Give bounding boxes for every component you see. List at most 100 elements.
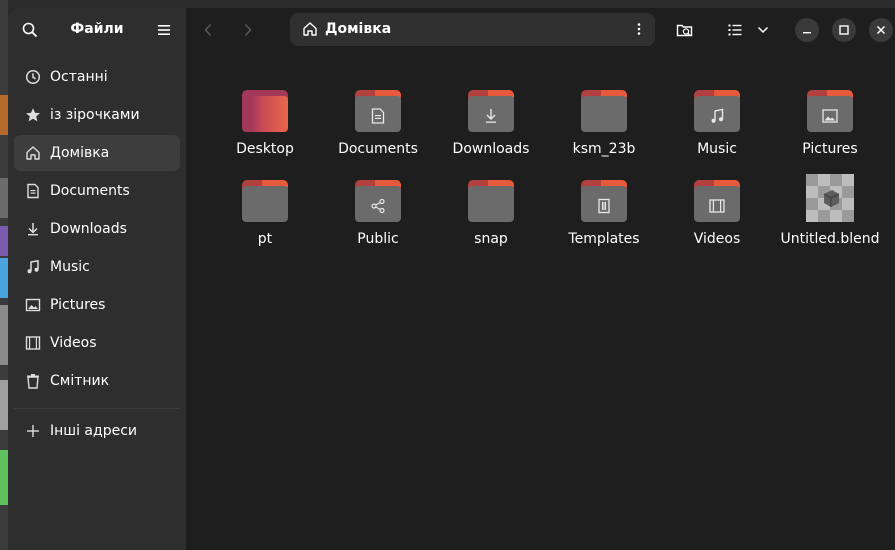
folder-icon [694,90,740,132]
view-toggle-button[interactable] [726,16,744,44]
sidebar-header: Файли [8,8,186,52]
search-in-folder-button[interactable] [670,16,700,44]
folder-icon [581,180,627,222]
maximize-icon [839,25,849,35]
desktop-background [0,0,8,550]
vertical-dots-icon [637,23,641,35]
file-item-ksm-23b[interactable]: ksm_23b [549,90,659,158]
sidebar-item-downloads[interactable]: Downloads [14,211,180,247]
back-button[interactable] [192,16,224,44]
home-icon [302,21,318,41]
music-icon [711,108,724,123]
sidebar-item-home[interactable]: Домівка [14,135,180,171]
forward-button[interactable] [232,16,264,44]
sidebar-divider [14,408,180,409]
minimize-button[interactable] [795,18,819,42]
picture-icon [24,296,42,314]
file-name: Music [697,141,737,157]
folder-icon [807,90,853,132]
sidebar-item-label: Downloads [50,221,127,237]
sidebar-item-label: Останні [50,69,108,85]
sidebar-item-label: Videos [50,335,97,351]
music-icon [24,258,42,276]
folder-icon [242,180,288,222]
file-name: Public [357,231,399,247]
home-icon [24,144,42,162]
file-item-desktop[interactable]: Desktop [210,90,320,158]
path-current-location: Домівка [325,21,392,37]
file-item-snap[interactable]: snap [436,180,546,248]
sidebar-item-label: Інші адреси [50,423,137,439]
file-name: Desktop [236,141,294,157]
plus-icon [24,422,42,440]
folder-icon [468,90,514,132]
folder-icon [468,180,514,222]
chevron-left-icon [204,23,212,37]
file-name: Untitled.blend [780,231,880,247]
file-item-downloads[interactable]: Downloads [436,90,546,158]
document-icon [371,108,385,124]
sidebar-item-label: Documents [50,183,130,199]
file-item-music[interactable]: Music [662,90,772,158]
sidebar-item-starred[interactable]: із зірочками [14,97,180,133]
search-button[interactable] [16,16,44,44]
folder-icon [694,180,740,222]
sidebar-item-label: Music [50,259,90,275]
folder-icon [581,90,627,132]
sidebar-item-label: Смітник [50,373,110,389]
close-icon [876,25,886,35]
app-title: Файли [70,21,124,37]
file-name: Downloads [452,141,530,157]
star-icon [24,106,42,124]
main-menu-button[interactable] [150,16,178,44]
download-icon [486,109,496,123]
folder-search-icon [676,24,693,37]
file-name: snap [474,231,508,247]
chevron-right-icon [244,23,252,37]
share-icon [371,198,385,214]
minimize-icon [803,32,811,34]
file-manager-window: Файли Останні із зірочками Домівка Docum… [8,8,895,550]
folder-icon [355,90,401,132]
list-view-icon [728,24,742,36]
file-name: Videos [693,231,741,247]
file-item-videos[interactable]: Videos [662,180,772,248]
file-item-untitled-blend[interactable]: Untitled.blend [775,174,885,248]
sidebar-item-trash[interactable]: Смітник [14,363,180,399]
hamburger-icon [158,25,170,35]
trash-icon [24,372,42,390]
close-button[interactable] [869,18,893,42]
sidebar: Файли Останні із зірочками Домівка Docum… [8,8,186,550]
folder-icon [355,180,401,222]
file-item-public[interactable]: Public [323,180,433,248]
file-name: Templates [568,231,640,247]
desktop-folder-icon [242,90,288,132]
sidebar-item-music[interactable]: Music [14,249,180,285]
sidebar-item-label: Pictures [50,297,106,313]
sidebar-item-videos[interactable]: Videos [14,325,180,361]
path-bar[interactable]: Домівка [290,13,655,46]
path-menu-button[interactable] [629,19,649,39]
file-name: Pictures [802,141,858,157]
template-icon [598,198,610,214]
sidebar-item-label: із зірочками [50,107,140,123]
view-options-button[interactable] [753,16,773,44]
document-icon [24,182,42,200]
picture-icon [822,109,838,123]
sidebar-item-recent[interactable]: Останні [14,59,180,95]
sidebar-item-pictures[interactable]: Pictures [14,287,180,323]
video-icon [24,334,42,352]
other-locations-list: Інші адреси [14,413,180,451]
maximize-button[interactable] [832,18,856,42]
sidebar-item-documents[interactable]: Documents [14,173,180,209]
sidebar-item-label: Домівка [50,145,110,161]
file-item-pictures[interactable]: Pictures [775,90,885,158]
sidebar-item-other-locations[interactable]: Інші адреси [14,413,180,449]
file-name: Documents [338,141,418,157]
file-item-documents[interactable]: Documents [323,90,433,158]
video-icon [709,199,725,213]
chevron-down-icon [757,26,769,34]
file-item-templates[interactable]: Templates [549,180,659,248]
file-item-pt[interactable]: pt [210,180,320,248]
file-name: pt [257,231,273,247]
